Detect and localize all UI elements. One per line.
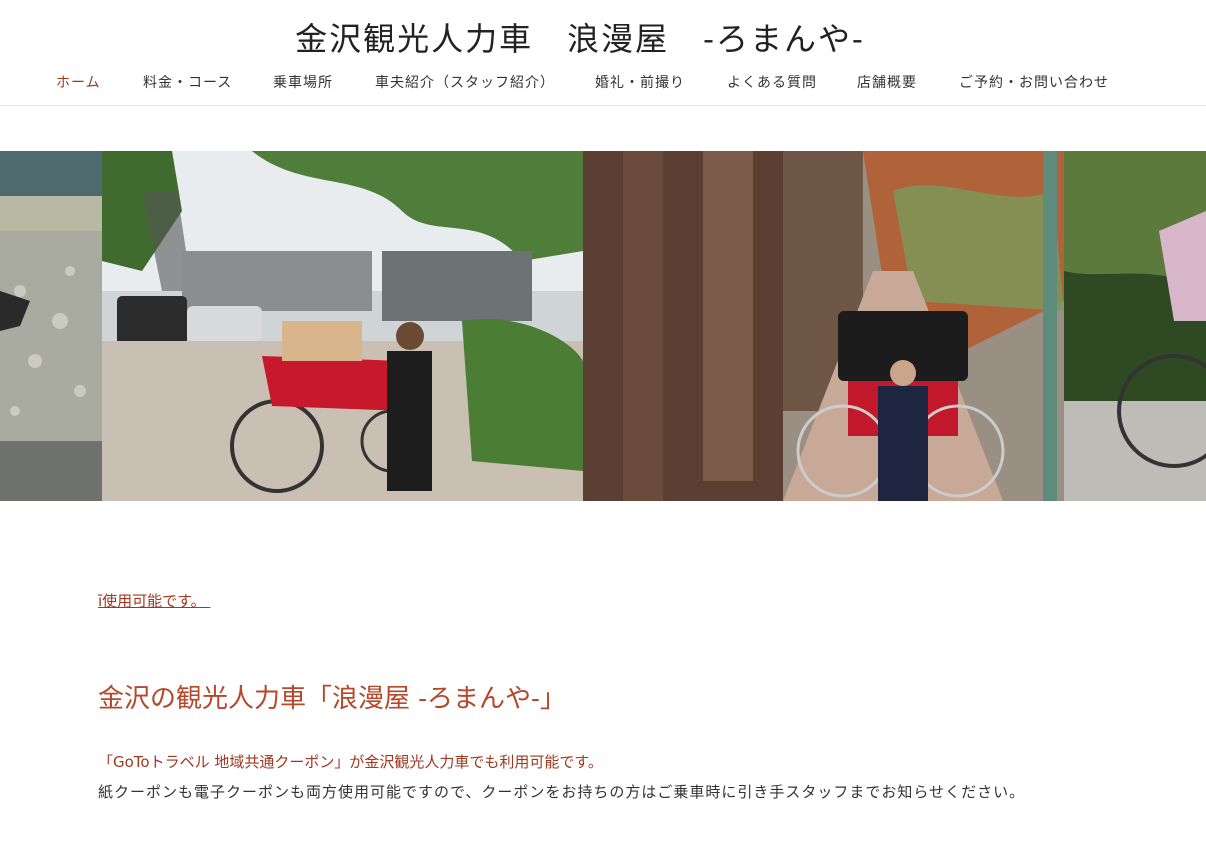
coupon-body-text: 紙クーポンも電子クーポンも両方使用可能ですので、クーポンをお持ちの方はご乗車時に… — [98, 783, 1026, 801]
nav-item-faq[interactable]: よくある質問 — [727, 72, 817, 92]
nav-item-wedding[interactable]: 婚礼・前撮り — [595, 72, 685, 92]
nav-item-staff[interactable]: 車夫紹介（スタッフ紹介） — [375, 72, 555, 92]
nav-item-home[interactable]: ホーム — [56, 72, 101, 92]
nav-item-pricing[interactable]: 料金・コース — [143, 72, 232, 92]
image-slider[interactable] — [0, 151, 1206, 501]
station-rickshaw-photo — [102, 151, 583, 501]
page-heading: 金沢の観光人力車「浪漫屋 -ろまんや-」 — [98, 684, 566, 714]
nav-item-boarding-place[interactable]: 乗車場所 — [273, 72, 333, 92]
garden-rickshaw-photo — [1064, 151, 1206, 501]
goto-coupon-lead: 「GoToトラベル 地域共通クーポン」が金沢観光人力車でも利用可能です。 — [98, 753, 603, 771]
riverside-rickshaw-photo — [0, 151, 102, 501]
nav-item-company[interactable]: 店舗概要 — [857, 72, 917, 92]
coupon-link[interactable]: ī使用可能です。 — [98, 590, 210, 611]
main-nav: ホーム 料金・コース 乗車場所 車夫紹介（スタッフ紹介） 婚礼・前撮り よくある… — [0, 72, 1206, 94]
site-title[interactable]: 金沢観光人力車 浪漫屋 -ろまんや- — [0, 14, 1160, 60]
chaya-street-rickshaw-photo — [583, 151, 1064, 501]
nav-item-contact[interactable]: ご予約・お問い合わせ — [959, 72, 1109, 92]
header-divider — [0, 105, 1206, 106]
